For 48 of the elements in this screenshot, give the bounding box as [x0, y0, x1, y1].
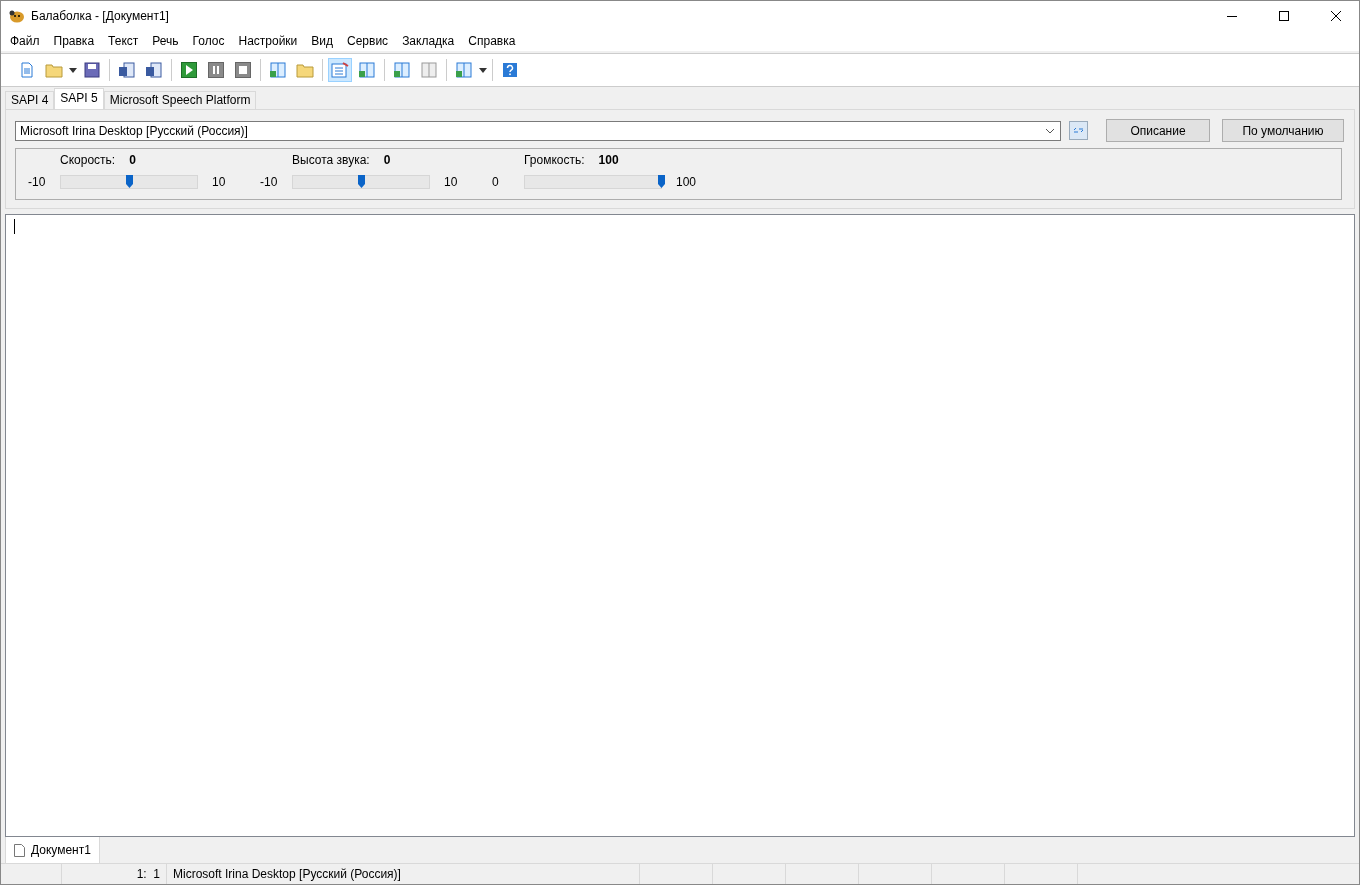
- window-title: Балаболка - [Документ1]: [31, 9, 170, 23]
- description-button[interactable]: Описание: [1106, 119, 1210, 142]
- engine-tab[interactable]: SAPI 4: [5, 91, 55, 109]
- menu-item[interactable]: Правка: [46, 34, 102, 48]
- menu-item[interactable]: Закладка: [395, 34, 462, 48]
- document-icon: [14, 843, 25, 857]
- slider-thumb[interactable]: [658, 175, 665, 188]
- voice-dropdown[interactable]: Microsoft Irina Desktop [Русский (Россия)]: [15, 120, 1061, 141]
- slider-track[interactable]: [524, 175, 662, 189]
- slider-thumb[interactable]: [126, 175, 133, 188]
- slider-min: 0: [492, 175, 500, 189]
- chevron-down-icon: [1045, 127, 1055, 134]
- menu-item[interactable]: Сервис: [340, 34, 396, 48]
- text-cursor: [14, 219, 15, 234]
- slider-value: 100: [598, 153, 619, 167]
- caret-icon[interactable]: [69, 67, 77, 73]
- menu-item[interactable]: Настройки: [231, 34, 305, 48]
- slider-track[interactable]: [292, 175, 430, 189]
- slider-min: -10: [28, 175, 47, 189]
- caret-icon[interactable]: [479, 67, 487, 73]
- slider-label: Скорость:: [60, 153, 116, 167]
- notepad-icon[interactable]: [328, 58, 352, 82]
- slider-max: 100: [675, 175, 698, 189]
- minimize-icon[interactable]: [1227, 15, 1237, 17]
- slider-value: 0: [129, 153, 136, 167]
- slider-value: 0: [383, 153, 391, 167]
- slider-min: -10: [260, 175, 279, 189]
- engine-tab[interactable]: Microsoft Speech Platform: [103, 91, 257, 109]
- defaults-button[interactable]: По умолчанию: [1222, 119, 1344, 142]
- slider-label: Высота звука:: [292, 153, 370, 167]
- menu-item[interactable]: Голос: [185, 34, 232, 48]
- menu-item[interactable]: Файл: [3, 34, 47, 48]
- slider-max: 10: [443, 175, 459, 189]
- status-voice: Microsoft Irina Desktop [Русский (Россия)]: [173, 867, 401, 881]
- slider-track[interactable]: [60, 175, 198, 189]
- menu-item[interactable]: Речь: [145, 34, 186, 48]
- menu-item[interactable]: Справка: [461, 34, 523, 48]
- slider-label: Громкость:: [524, 153, 585, 167]
- slider-max: 10: [211, 175, 227, 189]
- engine-tab[interactable]: SAPI 5: [54, 88, 104, 109]
- close-icon[interactable]: [1331, 11, 1341, 21]
- app-logo-icon: [9, 9, 25, 23]
- maximize-icon[interactable]: [1279, 11, 1289, 21]
- document-tab[interactable]: Документ1: [5, 837, 100, 864]
- cursor-position: 1: 1: [136, 867, 160, 881]
- menu-item[interactable]: Вид: [304, 34, 341, 48]
- slider-thumb[interactable]: [358, 175, 365, 188]
- menu-item[interactable]: Текст: [101, 34, 146, 48]
